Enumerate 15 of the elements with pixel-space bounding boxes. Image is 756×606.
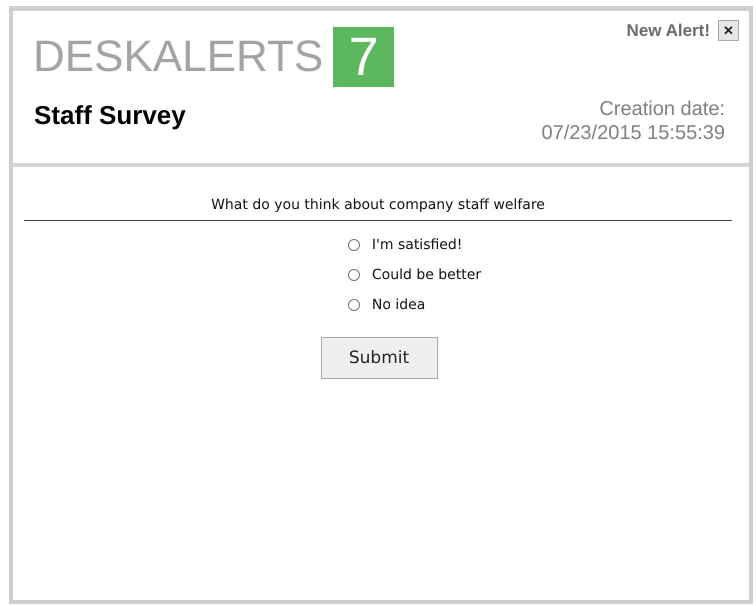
survey-question: What do you think about company staff welfare [24,167,732,221]
option-label[interactable]: Could be better [372,267,482,283]
logo-text: DESKALERTS [33,31,324,83]
survey-title: Staff Survey [34,100,186,131]
radio-button[interactable] [348,269,360,281]
logo-badge: 7 [333,27,394,87]
option-label[interactable]: I'm satisfied! [372,237,462,253]
close-button[interactable]: ✕ [718,20,739,41]
new-alert-label: New Alert! [626,20,710,40]
creation-date: 07/23/2015 15:55:39 [541,121,725,145]
radio-button[interactable] [348,239,360,251]
submit-button[interactable]: Submit [320,337,438,379]
option-label[interactable]: No idea [372,297,426,313]
radio-button[interactable] [348,299,360,311]
creation-date-label: Creation date: [599,97,725,121]
